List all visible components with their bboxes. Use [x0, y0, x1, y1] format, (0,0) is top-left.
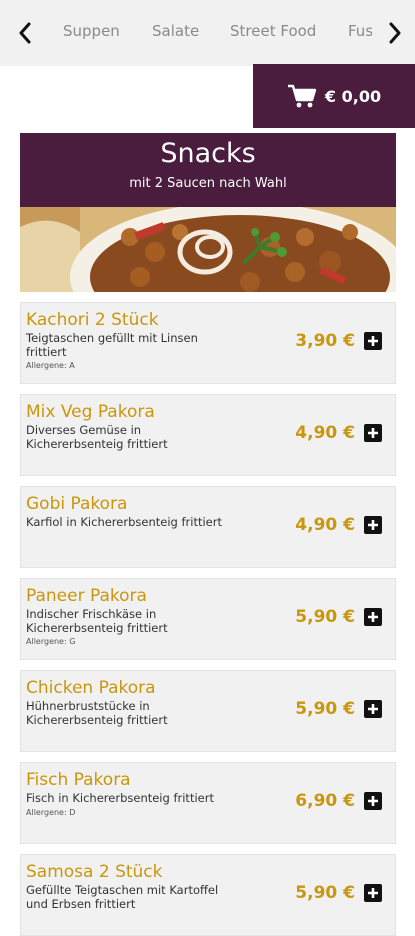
item-name: Mix Veg Pakora	[26, 402, 155, 422]
category-title: Snacks	[160, 138, 256, 169]
plus-icon	[368, 888, 378, 898]
add-to-cart-button[interactable]	[364, 424, 382, 442]
item-description: Gefüllte Teigtaschen mit Kartoffel und E…	[26, 883, 219, 911]
item-description: Diverses Gemüse in Kichererbsenteig frit…	[26, 423, 168, 451]
item-name: Samosa 2 Stück	[26, 862, 163, 882]
item-price: 6,90 €	[295, 791, 355, 811]
item-description: Hühnerbruststücke in Kichererbsenteig fr…	[26, 699, 168, 727]
cart-button[interactable]: € 0,00	[253, 64, 415, 128]
plus-icon	[368, 612, 378, 622]
menu-item[interactable]: Fisch Pakora Fisch in Kichererbsenteig f…	[20, 762, 396, 844]
item-allergen: Allergene: D	[26, 808, 76, 817]
category-nav-bar: Suppen Salate Street Food Fusion	[0, 0, 415, 66]
add-to-cart-button[interactable]	[364, 884, 382, 902]
menu-item[interactable]: Mix Veg Pakora Diverses Gemüse in Kicher…	[20, 394, 396, 476]
cart-total: € 0,00	[324, 86, 382, 106]
add-to-cart-button[interactable]	[364, 516, 382, 534]
item-price: 5,90 €	[295, 883, 355, 903]
plus-icon	[368, 796, 378, 806]
menu-item[interactable]: Chicken Pakora Hühnerbruststücke in Kich…	[20, 670, 396, 752]
item-name: Chicken Pakora	[26, 678, 156, 698]
item-price: 3,90 €	[295, 331, 355, 351]
item-price: 5,90 €	[295, 607, 355, 627]
category-tabs: Suppen Salate Street Food Fusion	[50, 0, 372, 66]
add-to-cart-button[interactable]	[364, 700, 382, 718]
plus-icon	[368, 428, 378, 438]
tab-fusion[interactable]: Fusion	[348, 22, 372, 40]
menu-item[interactable]: Kachori 2 Stück Teigtaschen gefüllt mit …	[20, 302, 396, 384]
item-name: Gobi Pakora	[26, 494, 128, 514]
item-allergen: Allergene: G	[26, 637, 76, 646]
item-description: Indischer Frischkäse in Kichererbsenteig…	[26, 607, 168, 635]
add-to-cart-button[interactable]	[364, 792, 382, 810]
add-to-cart-button[interactable]	[364, 332, 382, 350]
menu-item[interactable]: Samosa 2 Stück Gefüllte Teigtaschen mit …	[20, 854, 396, 936]
item-price: 4,90 €	[295, 515, 355, 535]
item-name: Kachori 2 Stück	[26, 310, 159, 330]
item-description: Fisch in Kichererbsenteig frittiert	[26, 791, 214, 805]
add-to-cart-button[interactable]	[364, 608, 382, 626]
chevron-left-icon[interactable]	[13, 19, 37, 47]
item-allergen: Allergene: A	[26, 361, 75, 370]
item-name: Fisch Pakora	[26, 770, 131, 790]
category-header: Snacks mit 2 Saucen nach Wahl	[20, 133, 396, 207]
tab-street-food[interactable]: Street Food	[230, 22, 316, 40]
item-description: Teigtaschen gefüllt mit Linsen frittiert	[26, 331, 198, 359]
item-price: 5,90 €	[295, 699, 355, 719]
item-price: 4,90 €	[295, 423, 355, 443]
menu-item[interactable]: Gobi Pakora Karfiol in Kichererbsenteig …	[20, 486, 396, 568]
item-description: Karfiol in Kichererbsenteig frittiert	[26, 515, 222, 529]
item-name: Paneer Pakora	[26, 586, 147, 606]
chevron-right-icon[interactable]	[383, 19, 407, 47]
tab-suppen[interactable]: Suppen	[63, 22, 120, 40]
category-subtitle: mit 2 Saucen nach Wahl	[129, 176, 287, 191]
plus-icon	[368, 336, 378, 346]
tab-salate[interactable]: Salate	[152, 22, 199, 40]
category-image	[20, 207, 396, 292]
menu-item[interactable]: Paneer Pakora Indischer Frischkäse in Ki…	[20, 578, 396, 660]
plus-icon	[368, 520, 378, 530]
plus-icon	[368, 704, 378, 714]
cart-icon	[287, 84, 317, 108]
